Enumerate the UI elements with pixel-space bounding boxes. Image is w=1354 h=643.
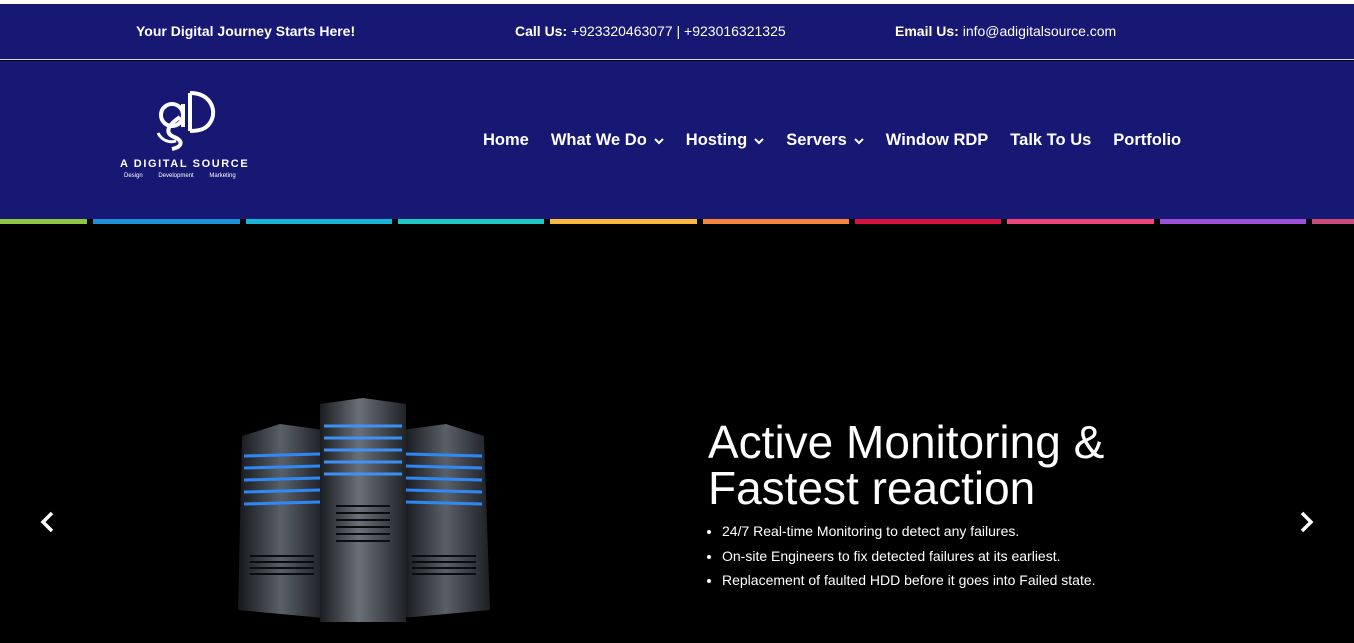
call-info[interactable]: Call Us: +923320463077 | +923016321325 <box>515 23 786 39</box>
server-rack-icon <box>238 398 490 622</box>
nav-item-label: What We Do <box>550 131 647 149</box>
chevron-down-icon <box>654 137 664 144</box>
chevron-left-icon[interactable] <box>37 510 57 534</box>
nav-item-label: Portfolio <box>1113 131 1182 149</box>
nav-item-what-we-do[interactable]: What We Do <box>551 131 664 150</box>
top-info-bar: Your Digital Journey Starts Here! Call U… <box>0 0 1354 60</box>
chevron-down-icon <box>754 137 764 144</box>
tagline-text: Your Digital Journey Starts Here! <box>136 23 356 39</box>
nav-item-home[interactable]: Home <box>483 131 529 150</box>
nav-item-label: Hosting <box>685 131 748 149</box>
logo-brand-text: A DIGITAL SOURCE <box>120 158 250 170</box>
nav-item-portfolio[interactable]: Portfolio <box>1113 131 1181 150</box>
hero-feature-list: 24/7 Real-time Monitoring to detect any … <box>708 523 1096 597</box>
nav-item-label: Talk To Us <box>1010 131 1092 149</box>
hero-slider: Active Monitoring & Fastest reaction 24/… <box>0 224 1354 643</box>
nav-item-talk-to-us[interactable]: Talk To Us <box>1010 131 1091 150</box>
nav-item-label: Servers <box>786 131 847 149</box>
hero-heading: Active Monitoring & Fastest reaction <box>708 419 1104 511</box>
logo-tagline-text: Design Development Marketing <box>124 173 236 179</box>
nav-item-window-rdp[interactable]: Window RDP <box>886 131 989 150</box>
main-nav: Home What We Do Hosting Servers Window R… <box>483 131 1203 150</box>
nav-item-servers[interactable]: Servers <box>786 131 864 150</box>
site-logo[interactable]: A DIGITAL SOURCE Design Development Mark… <box>118 87 258 187</box>
list-item: Replacement of faulted HDD before it goe… <box>722 572 1096 588</box>
call-value[interactable]: +923320463077 | +923016321325 <box>567 23 786 39</box>
hero-heading-line-1: Active Monitoring & <box>708 416 1105 468</box>
nav-item-label: Home <box>483 131 529 149</box>
list-item: On-site Engineers to fix detected failur… <box>722 548 1096 564</box>
email-label: Email Us: <box>895 23 959 39</box>
chevron-down-icon <box>854 137 864 144</box>
email-info[interactable]: Email Us: info@adigitalsource.com <box>895 23 1116 39</box>
nav-item-hosting[interactable]: Hosting <box>686 131 764 150</box>
list-item: 24/7 Real-time Monitoring to detect any … <box>722 523 1096 539</box>
chevron-right-icon[interactable] <box>1297 510 1317 534</box>
tagline: Your Digital Journey Starts Here! <box>136 23 355 39</box>
main-header: A DIGITAL SOURCE Design Development Mark… <box>0 61 1354 219</box>
call-label: Call Us: <box>515 23 568 39</box>
ads-monogram-icon <box>156 91 216 151</box>
hero-heading-line-2: Fastest reaction <box>708 462 1036 514</box>
email-value[interactable]: info@adigitalsource.com <box>959 23 1117 39</box>
nav-item-label: Window RDP <box>885 131 989 149</box>
